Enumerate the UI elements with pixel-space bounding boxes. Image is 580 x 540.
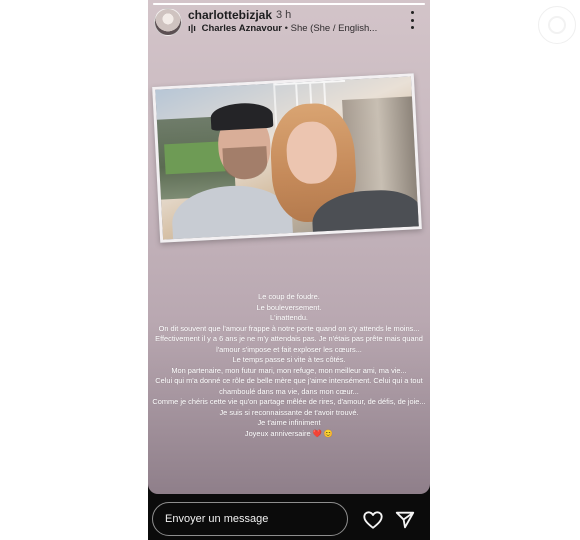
caption-line: Le bouleversement.: [256, 302, 322, 312]
caption-line: Mon partenaire, mon futur mari, mon refu…: [171, 365, 407, 375]
story-caption: Le coup de foudre. Le bouleversement. L'in…: [148, 292, 430, 439]
heart-icon[interactable]: [362, 509, 384, 531]
post-time: 3 h: [276, 9, 292, 21]
caption-line: Effectivement il y a 6 ans je ne m'y att…: [155, 334, 423, 343]
caption-line: Je t'aime infiniment: [257, 418, 321, 427]
caption-line: Le temps passe si vite à tes côtés.: [232, 355, 346, 364]
story-photo: [152, 73, 422, 243]
caption-line: Je suis si reconnaissante de t'avoir tro…: [219, 407, 359, 417]
instagram-logo-icon: [538, 6, 576, 44]
music-title: She (She / English...: [290, 23, 378, 34]
story-progress-fill: [153, 3, 425, 5]
music-artist: Charles Aznavour: [201, 23, 282, 34]
caption-line: Celui qui m'a donné ce rôle de belle mèr…: [155, 376, 423, 385]
more-options-icon[interactable]: [406, 11, 418, 29]
caption-line: chamboulé dans ma vie, dans mon cœur...: [219, 386, 359, 396]
caption-line: Joyeux anniversaire ❤️ 😊: [244, 428, 334, 438]
music-separator: •: [284, 23, 288, 34]
caption-line: L'inattendu.: [270, 313, 308, 322]
caption-line: Le coup de foudre.: [258, 292, 320, 301]
message-input[interactable]: Envoyer un message: [152, 502, 348, 536]
story-header: charlottebizjak 3 h ı|ı Charles Aznavour…: [154, 7, 422, 37]
reply-bar: Envoyer un message: [148, 500, 430, 540]
caption-line: l'amour s'impose et fait exploser les cœ…: [216, 344, 362, 354]
music-attribution[interactable]: ı|ı Charles Aznavour • She (She / Englis…: [188, 23, 377, 34]
story-progress-bar: [153, 3, 425, 5]
music-bars-icon: ı|ı: [188, 23, 196, 34]
username[interactable]: charlottebizjak: [188, 8, 272, 22]
caption-line: Comme je chéris cette vie qu'on partage …: [152, 397, 426, 406]
story-frame[interactable]: charlottebizjak 3 h ı|ı Charles Aznavour…: [148, 0, 430, 494]
story-viewer: charlottebizjak 3 h ı|ı Charles Aznavour…: [148, 0, 430, 540]
avatar[interactable]: [154, 8, 182, 36]
caption-line: On dit souvent que l'amour frappe à notr…: [158, 323, 420, 333]
send-icon[interactable]: [394, 509, 416, 531]
